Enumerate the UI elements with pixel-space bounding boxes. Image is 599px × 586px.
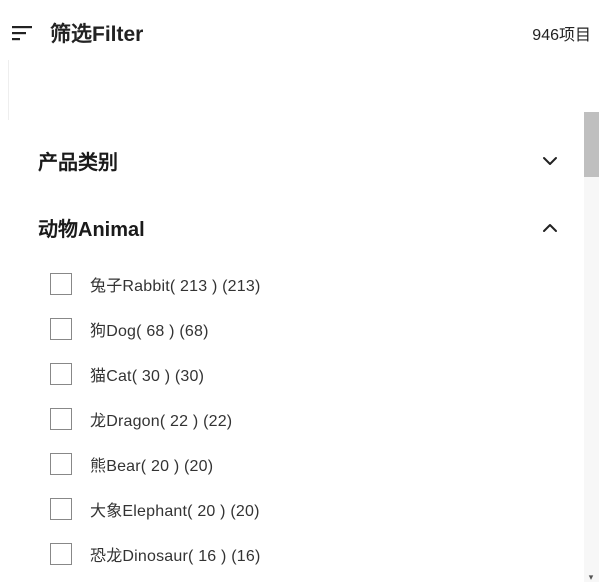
filter-header: 筛选Filter 946项目	[0, 0, 599, 66]
checkbox[interactable]	[50, 543, 72, 565]
checkbox[interactable]	[50, 363, 72, 385]
section-animal: 动物Animal 兔子Rabbit( 213 ) (213) 狗Dog( 68 …	[38, 213, 599, 566]
option-label: 恐龙Dinosaur( 16 ) (16)	[90, 542, 260, 566]
filter-title: 筛选Filter	[50, 18, 143, 48]
option-label: 猫Cat( 30 ) (30)	[90, 362, 204, 386]
option-dog[interactable]: 狗Dog( 68 ) (68)	[50, 317, 599, 341]
checkbox[interactable]	[50, 318, 72, 340]
checkbox[interactable]	[50, 273, 72, 295]
scrollbar-track[interactable]	[584, 112, 599, 582]
option-dragon[interactable]: 龙Dragon( 22 ) (22)	[50, 407, 599, 431]
scrollbar-thumb[interactable]	[584, 112, 599, 177]
filter-content: 产品类别 动物Animal 兔子Rabbit( 213 ) (213)	[0, 146, 599, 566]
option-dinosaur[interactable]: 恐龙Dinosaur( 16 ) (16)	[50, 542, 599, 566]
filter-icon[interactable]	[12, 24, 32, 42]
option-label: 熊Bear( 20 ) (20)	[90, 452, 213, 476]
section-category-header[interactable]: 产品类别	[38, 146, 599, 175]
section-animal-title: 动物Animal	[38, 213, 145, 242]
checkbox[interactable]	[50, 498, 72, 520]
option-label: 狗Dog( 68 ) (68)	[90, 317, 209, 341]
item-count: 946项目	[532, 21, 591, 45]
chevron-up-icon	[541, 219, 559, 237]
section-animal-header[interactable]: 动物Animal	[38, 213, 599, 242]
animal-options: 兔子Rabbit( 213 ) (213) 狗Dog( 68 ) (68) 猫C…	[38, 272, 599, 566]
checkbox[interactable]	[50, 408, 72, 430]
chevron-down-icon	[541, 152, 559, 170]
option-rabbit[interactable]: 兔子Rabbit( 213 ) (213)	[50, 272, 599, 296]
checkbox[interactable]	[50, 453, 72, 475]
scrollbar-down-icon[interactable]: ▾	[585, 572, 597, 584]
section-category: 产品类别	[38, 146, 599, 175]
option-label: 大象Elephant( 20 ) (20)	[90, 497, 260, 521]
section-category-title: 产品类别	[38, 146, 118, 175]
option-label: 兔子Rabbit( 213 ) (213)	[90, 272, 261, 296]
option-cat[interactable]: 猫Cat( 30 ) (30)	[50, 362, 599, 386]
option-bear[interactable]: 熊Bear( 20 ) (20)	[50, 452, 599, 476]
header-left: 筛选Filter	[12, 18, 143, 48]
divider	[8, 60, 9, 120]
option-elephant[interactable]: 大象Elephant( 20 ) (20)	[50, 497, 599, 521]
option-label: 龙Dragon( 22 ) (22)	[90, 407, 232, 431]
